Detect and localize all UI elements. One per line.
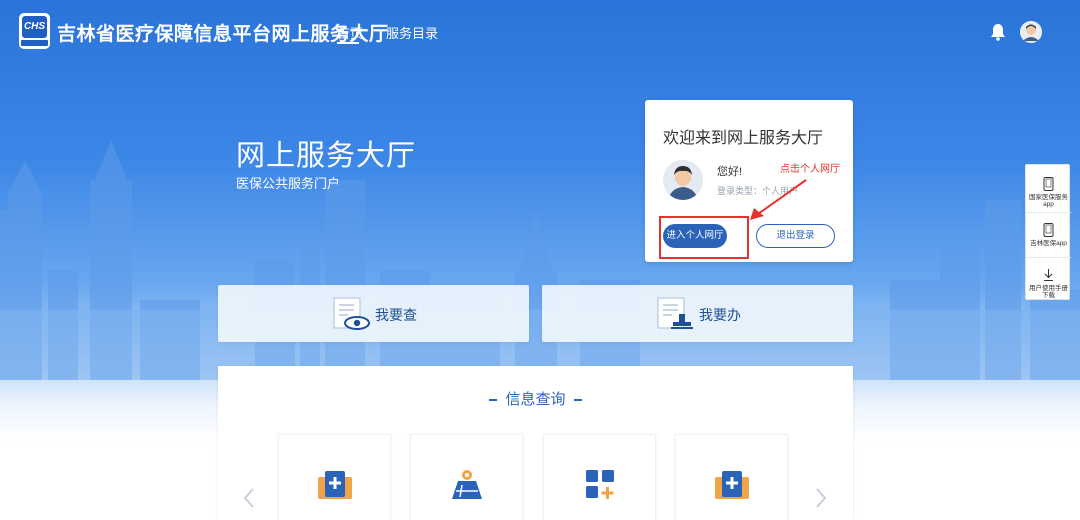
city-skyline	[0, 140, 1080, 380]
right-float-bar: 国家医保服务app 吉林医保app 用户使用手册下载	[1025, 164, 1071, 303]
download-icon	[1044, 269, 1053, 281]
avatar-face-icon	[1020, 21, 1042, 43]
float-label-jilin-app: 吉林医保app	[1030, 240, 1067, 247]
welcome-title: 欢迎来到网上服务大厅	[663, 130, 824, 147]
query-tile-label: 我要查	[375, 307, 417, 323]
map-location-icon	[452, 470, 482, 499]
service-grid-icon	[586, 470, 614, 499]
nav-active-underline	[337, 42, 359, 44]
query-document-eye-icon	[333, 297, 370, 330]
panel-title-row: 信息查询	[218, 388, 853, 409]
logo-subbar	[21, 40, 48, 46]
query-card-3[interactable]	[543, 434, 656, 520]
nav-home[interactable]: 首页	[337, 23, 363, 42]
chs-logo[interactable]: CHS	[19, 13, 50, 49]
title-dash-right	[573, 399, 582, 402]
panel-title: 信息查询	[505, 391, 566, 408]
query-tile[interactable]: 我要查	[218, 285, 529, 342]
logo-text: CHS	[22, 16, 47, 38]
float-item-jilin-app[interactable]: 吉林医保app	[1026, 213, 1071, 258]
bell-icon[interactable]	[990, 23, 1006, 41]
hero-title: 网上服务大厅	[236, 140, 417, 172]
medical-kit-icon	[715, 471, 749, 499]
user-portrait-icon	[663, 160, 703, 200]
float-item-manual-download[interactable]: 用户使用手册下载	[1026, 258, 1071, 303]
phone-icon	[1043, 177, 1054, 191]
top-header: CHS 吉林省医疗保障信息平台网上服务大厅 首页 服务目录	[0, 0, 1080, 62]
query-card-2[interactable]	[410, 434, 523, 520]
annotation-arrow-icon	[750, 179, 807, 220]
float-label-manual-download: 用户使用手册下载	[1029, 285, 1068, 299]
greeting-text: 您好!	[717, 166, 743, 178]
handle-document-stamp-icon	[657, 297, 693, 329]
float-label-national-app: 国家医保服务app	[1029, 194, 1068, 208]
chevron-left-icon[interactable]	[242, 486, 256, 510]
nav-service-catalog[interactable]: 服务目录	[386, 23, 438, 42]
phone-icon	[1043, 223, 1054, 237]
user-avatar[interactable]	[1020, 21, 1042, 43]
handle-tile-label: 我要办	[699, 307, 741, 323]
hero-subtitle: 医保公共服务门户	[236, 176, 341, 191]
title-dash-left	[489, 399, 498, 402]
annotation-highlight-box	[659, 216, 749, 259]
query-card-4[interactable]	[675, 434, 788, 520]
float-item-national-app[interactable]: 国家医保服务app	[1026, 167, 1071, 212]
chevron-right-icon[interactable]	[814, 486, 828, 510]
handle-tile[interactable]: 我要办	[542, 285, 853, 342]
info-query-panel: 信息查询	[218, 366, 853, 520]
card-avatar	[663, 160, 703, 200]
query-card-1[interactable]	[278, 434, 391, 520]
medical-kit-icon	[318, 471, 352, 499]
